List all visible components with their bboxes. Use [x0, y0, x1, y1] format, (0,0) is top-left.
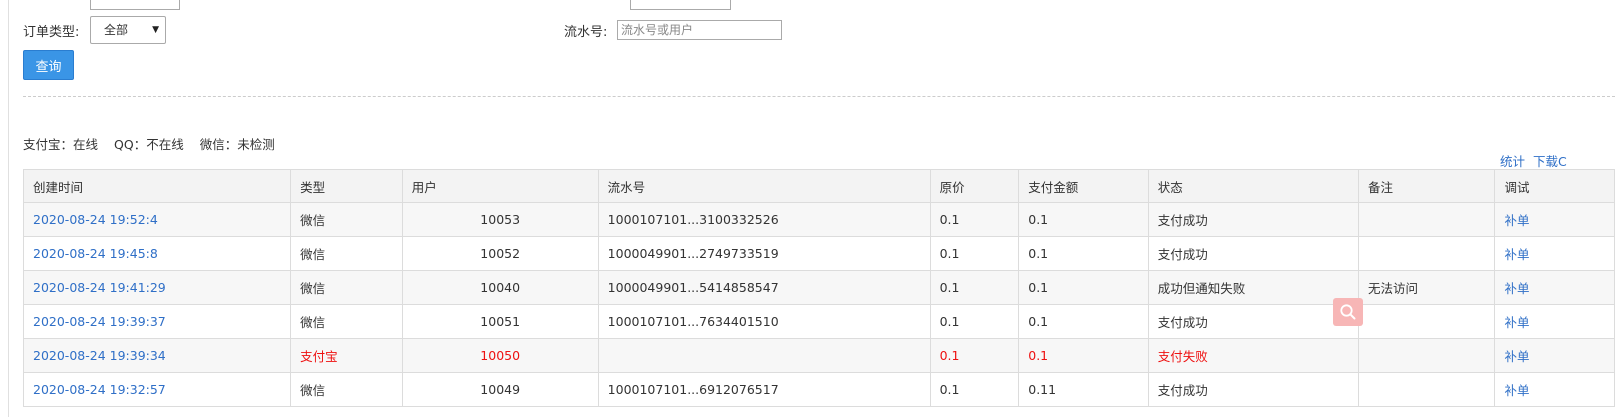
status-cell: 支付成功 — [1147, 304, 1360, 339]
note-cell — [1357, 304, 1496, 339]
paid-cell: 0.1 — [1018, 270, 1149, 305]
header-type[interactable]: 类型 — [290, 169, 403, 203]
created-time-link[interactable]: 2020-08-24 19:32:57 — [33, 382, 166, 397]
created-time-link[interactable]: 2020-08-24 19:39:37 — [33, 314, 166, 329]
type-cell: 微信 — [290, 372, 403, 407]
serial-label: 流水号: — [564, 24, 608, 40]
resupply-button[interactable]: 补单 — [1504, 349, 1529, 364]
serial-cell: 1000107101...3100332526 — [597, 202, 931, 237]
note-cell — [1357, 202, 1496, 237]
table-row: 2020-08-24 19:52:4 微信 10053 1000107101..… — [22, 202, 1615, 237]
type-cell: 微信 — [290, 270, 403, 305]
stats-link[interactable]: 统计 — [1500, 154, 1525, 169]
header-user[interactable]: 用户 — [401, 169, 599, 203]
order-type-value: 全部 — [104, 23, 129, 37]
note-cell — [1357, 372, 1496, 407]
divider — [23, 96, 1615, 97]
user-cell: 10052 — [401, 236, 599, 271]
header-created-time[interactable]: 创建时间 — [22, 169, 292, 203]
serial-cell: 1000107101...6912076517 — [597, 372, 931, 407]
type-cell: 支付宝 — [290, 338, 403, 373]
table-row-failed: 2020-08-24 19:39:34 支付宝 10050 0.1 0.1 支付… — [22, 338, 1615, 373]
table-toolbar: 统计 下载C — [1500, 151, 1575, 170]
note-cell — [1357, 338, 1496, 373]
price-cell: 0.1 — [929, 236, 1020, 271]
serial-cell: 1000107101...7634401510 — [597, 304, 931, 339]
serial-input[interactable] — [617, 20, 782, 40]
serial-cell: 1000049901...2749733519 — [597, 236, 931, 271]
created-time-link[interactable]: 2020-08-24 19:52:4 — [33, 212, 158, 227]
paid-cell: 0.1 — [1018, 338, 1149, 373]
header-paid-amount[interactable]: 支付金额 — [1018, 169, 1149, 203]
user-cell: 10050 — [401, 338, 599, 373]
magnifier-icon[interactable] — [1333, 298, 1363, 326]
type-cell: 微信 — [290, 202, 403, 237]
status-cell: 支付成功 — [1147, 372, 1360, 407]
created-time-link[interactable]: 2020-08-24 19:45:8 — [33, 246, 158, 261]
table-row: 2020-08-24 19:39:37 微信 10051 1000107101.… — [22, 304, 1615, 339]
status-cell: 支付失败 — [1147, 338, 1360, 373]
order-type-select[interactable]: 全部 ▼ — [90, 16, 166, 44]
status-cell: 支付成功 — [1147, 202, 1360, 237]
user-cell: 10051 — [401, 304, 599, 339]
price-cell: 0.1 — [929, 304, 1020, 339]
resupply-button[interactable]: 补单 — [1504, 281, 1529, 296]
resupply-button[interactable]: 补单 — [1504, 383, 1529, 398]
user-cell: 10049 — [401, 372, 599, 407]
paid-cell: 0.1 — [1018, 236, 1149, 271]
order-type-label: 订单类型: — [23, 24, 80, 40]
user-cell: 10053 — [401, 202, 599, 237]
price-cell: 0.1 — [929, 372, 1020, 407]
serial-cell — [597, 338, 931, 373]
resupply-button[interactable]: 补单 — [1504, 247, 1529, 262]
query-button[interactable]: 查询 — [23, 50, 74, 80]
table-row: 2020-08-24 19:45:8 微信 10052 1000049901..… — [22, 236, 1615, 271]
wechat-status: 微信：未检测 — [199, 137, 275, 152]
chevron-down-icon: ▼ — [152, 25, 159, 35]
header-price[interactable]: 原价 — [929, 169, 1020, 203]
qq-status: QQ：不在线 — [114, 137, 184, 152]
table-header-row: 创建时间 类型 用户 流水号 原价 支付金额 状态 备注 调试 — [22, 169, 1615, 203]
status-cell: 成功但通知失败 — [1147, 270, 1360, 305]
created-time-link[interactable]: 2020-08-24 19:39:34 — [33, 348, 166, 363]
header-note[interactable]: 备注 — [1357, 169, 1496, 203]
user-cell: 10040 — [401, 270, 599, 305]
payment-channel-status: 支付宝：在线 QQ：不在线 微信：未检测 — [23, 134, 275, 153]
price-cell: 0.1 — [929, 270, 1020, 305]
orders-table: 创建时间 类型 用户 流水号 原价 支付金额 状态 备注 调试 2020-08-… — [22, 169, 1615, 407]
page-left-border — [8, 0, 9, 417]
resupply-button[interactable]: 补单 — [1504, 315, 1529, 330]
price-cell: 0.1 — [929, 202, 1020, 237]
paid-cell: 0.1 — [1018, 304, 1149, 339]
note-cell — [1357, 236, 1496, 271]
download-link[interactable]: 下载C — [1533, 154, 1567, 169]
payment-status-select-partial[interactable] — [630, 0, 731, 10]
header-status[interactable]: 状态 — [1147, 169, 1360, 203]
type-cell: 微信 — [290, 236, 403, 271]
order-type-filter: 订单类型: 全部 ▼ — [23, 16, 166, 44]
paid-cell: 0.11 — [1018, 372, 1149, 407]
table-row: 2020-08-24 19:41:29 微信 10040 1000049901.… — [22, 270, 1615, 305]
type-cell: 微信 — [290, 304, 403, 339]
paid-cell: 0.1 — [1018, 202, 1149, 237]
serial-cell: 1000049901...5414858547 — [597, 270, 931, 305]
serial-filter: 流水号: — [564, 20, 782, 40]
alipay-status: 支付宝：在线 — [23, 137, 99, 152]
price-cell: 0.1 — [929, 338, 1020, 373]
header-debug[interactable]: 调试 — [1494, 169, 1615, 203]
payment-type-select-partial[interactable] — [90, 0, 180, 10]
note-cell: 无法访问 — [1357, 270, 1496, 305]
resupply-button[interactable]: 补单 — [1504, 213, 1529, 228]
created-time-link[interactable]: 2020-08-24 19:41:29 — [33, 280, 166, 295]
table-row: 2020-08-24 19:32:57 微信 10049 1000107101.… — [22, 372, 1615, 407]
header-serial[interactable]: 流水号 — [597, 169, 931, 203]
status-cell: 支付成功 — [1147, 236, 1360, 271]
